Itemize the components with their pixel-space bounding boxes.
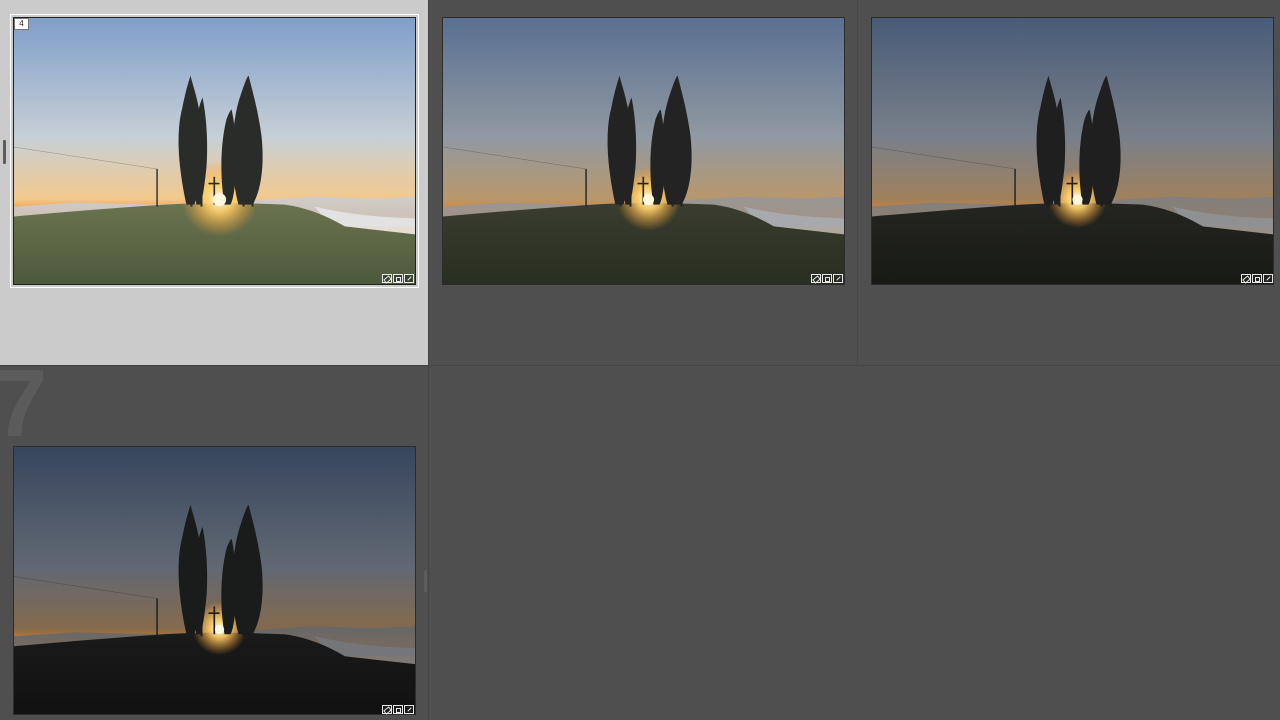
thumbnail-badges [1241,274,1273,283]
scroll-handle[interactable] [424,570,427,592]
thumbnail-badges [382,705,414,714]
grid-cell[interactable] [429,0,858,366]
scroll-handle[interactable] [3,140,6,164]
quick-develop-icon[interactable] [1263,274,1273,283]
photo-thumbnail[interactable] [10,14,419,288]
photo-thumbnail[interactable] [442,17,845,285]
grid-cell[interactable] [858,0,1280,366]
quick-develop-icon[interactable] [404,705,414,714]
photo-thumbnail[interactable] [13,446,416,715]
quick-develop-icon[interactable] [404,274,414,283]
crop-icon[interactable] [1252,274,1262,283]
quick-develop-icon[interactable] [833,274,843,283]
tag-icon[interactable] [1241,274,1251,283]
tag-icon[interactable] [811,274,821,283]
grid-cell[interactable]: 4 [0,0,429,366]
crop-icon[interactable] [822,274,832,283]
badge-number: 4 [14,18,29,30]
tag-icon[interactable] [382,705,392,714]
thumbnail-badges [811,274,843,283]
crop-icon[interactable] [393,705,403,714]
library-grid: 4 7 [0,0,1280,720]
empty-grid-area [429,366,1280,720]
cell-index-number: 7 [0,366,47,452]
photo-thumbnail[interactable] [871,17,1274,285]
grid-cell[interactable]: 7 [0,366,429,720]
thumbnail-badges [382,274,414,283]
tag-icon[interactable] [382,274,392,283]
crop-icon[interactable] [393,274,403,283]
